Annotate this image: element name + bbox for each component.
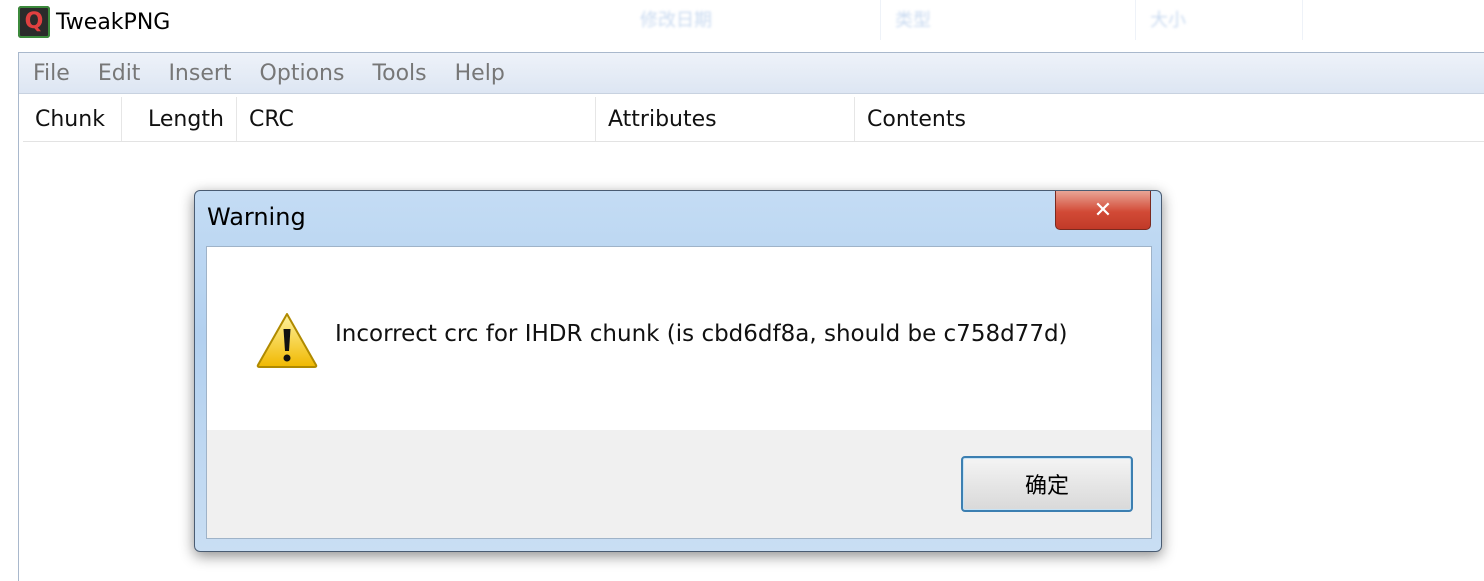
dialog-footer: 确定: [206, 430, 1152, 539]
app-title: TweakPNG: [56, 9, 171, 35]
close-icon: ✕: [1093, 197, 1113, 223]
menu-tools[interactable]: Tools: [372, 61, 426, 86]
bg-column-size: 大小: [1150, 10, 1186, 31]
column-header-length[interactable]: Length: [122, 97, 237, 141]
bg-column-modified: 修改日期: [640, 10, 712, 31]
column-header-contents[interactable]: Contents: [855, 97, 1484, 141]
menu-help[interactable]: Help: [455, 61, 505, 86]
bg-divider: [880, 0, 881, 40]
tweakpng-app-icon: Q: [18, 6, 50, 38]
column-header-attributes[interactable]: Attributes: [596, 97, 855, 141]
column-header-chunk[interactable]: Chunk: [23, 97, 122, 141]
menu-insert[interactable]: Insert: [168, 61, 231, 86]
dialog-title: Warning: [207, 203, 306, 231]
chunk-table-header: Chunk Length CRC Attributes Contents: [23, 97, 1484, 142]
dialog-body: Incorrect crc for IHDR chunk (is cbd6df8…: [206, 246, 1152, 431]
bg-divider: [1135, 0, 1136, 40]
column-header-crc[interactable]: CRC: [237, 97, 596, 141]
close-button[interactable]: ✕: [1055, 191, 1151, 230]
warning-dialog: Warning ✕ Incorrect crc for IHDR chunk (…: [194, 190, 1162, 552]
menu-bar: File Edit Insert Options Tools Help: [19, 53, 1484, 94]
app-title-bar: Q TweakPNG: [18, 4, 170, 40]
warning-icon: [256, 313, 318, 368]
menu-options[interactable]: Options: [260, 61, 345, 86]
menu-file[interactable]: File: [33, 61, 70, 86]
warning-message: Incorrect crc for IHDR chunk (is cbd6df8…: [335, 321, 1068, 347]
ok-button[interactable]: 确定: [961, 456, 1133, 512]
bg-column-type: 类型: [895, 10, 931, 31]
background-explorer-header: 修改日期 类型 大小: [0, 0, 1484, 52]
bg-divider: [1302, 0, 1303, 40]
menu-edit[interactable]: Edit: [98, 61, 141, 86]
